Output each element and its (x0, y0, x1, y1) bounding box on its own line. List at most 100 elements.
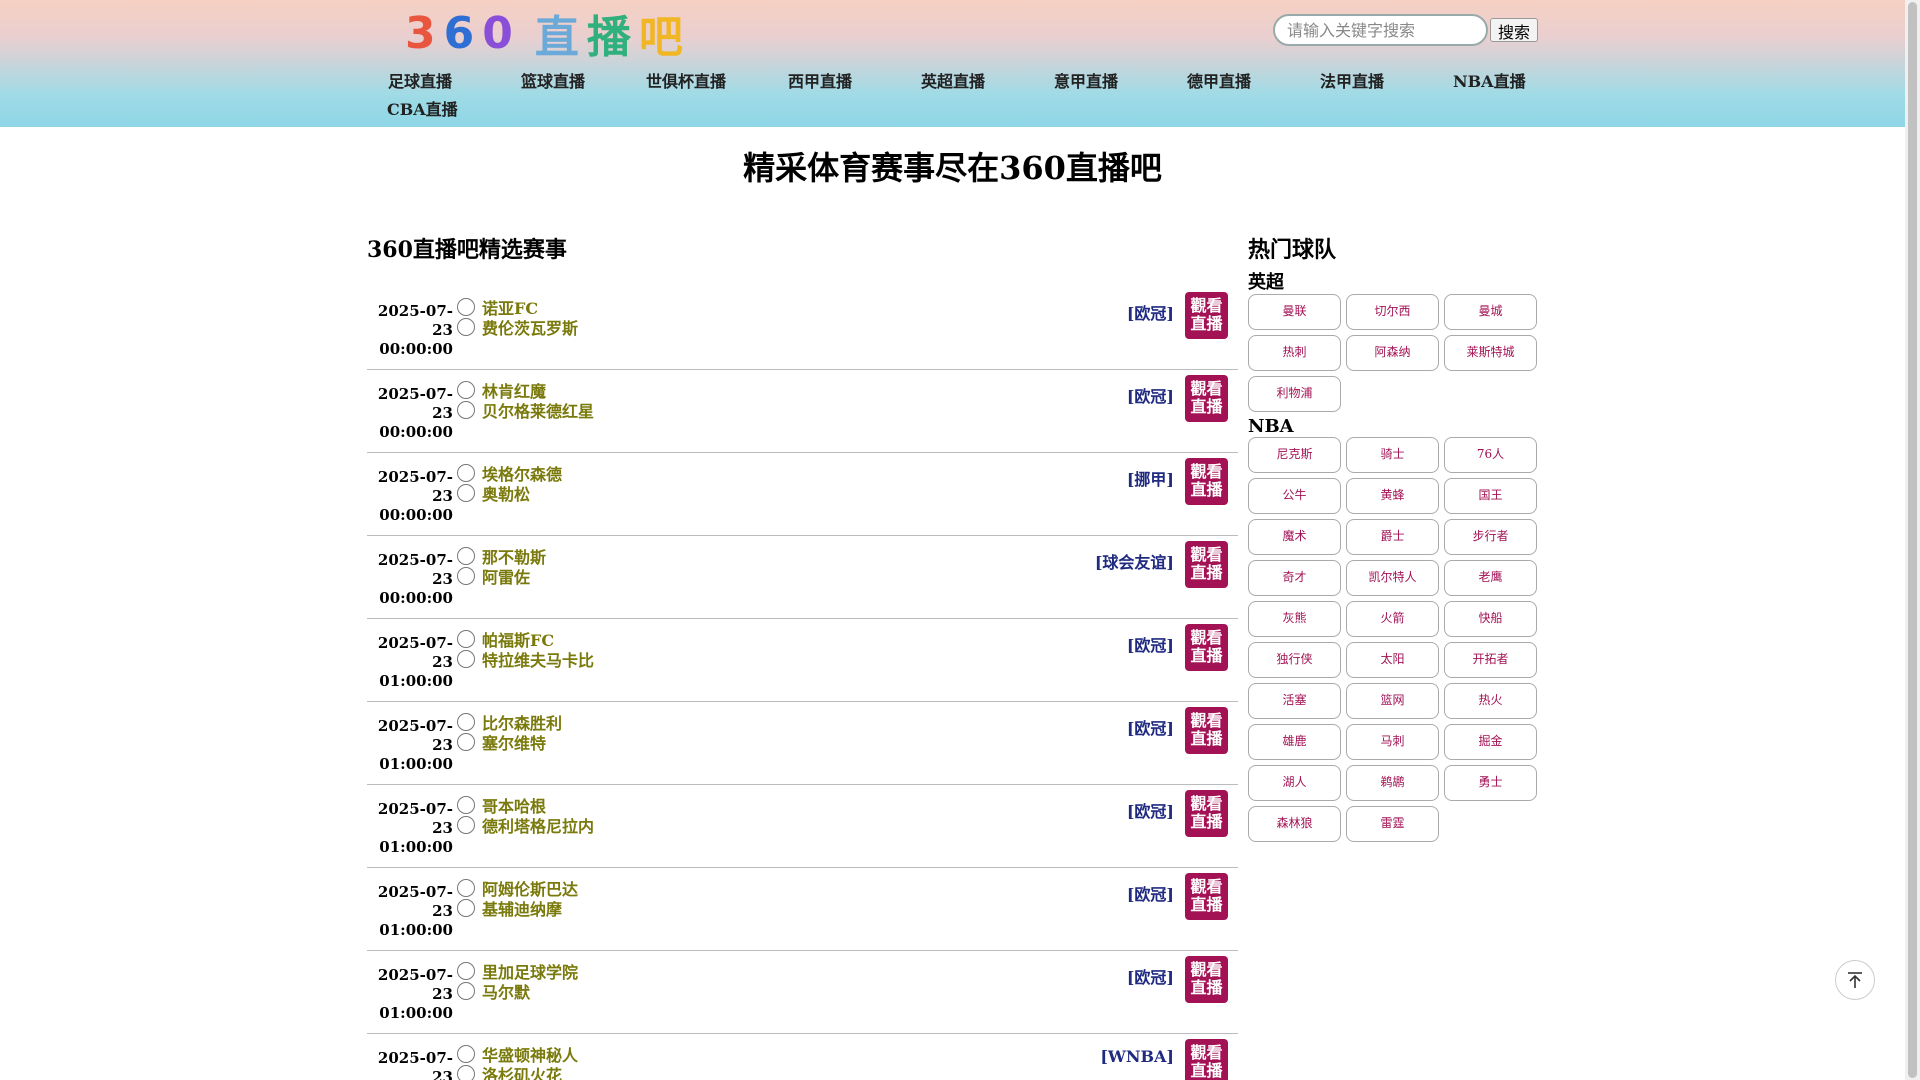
team-link[interactable]: 篮网 (1346, 683, 1439, 719)
team-link[interactable]: 爵士 (1346, 519, 1439, 555)
nav-item[interactable]: 篮球直播 (521, 68, 585, 92)
away-team[interactable]: 塞尔维特 (457, 730, 562, 754)
away-team-name[interactable]: 基辅迪纳摩 (482, 896, 562, 920)
search-input[interactable] (1273, 14, 1488, 46)
team-link[interactable]: 太阳 (1346, 642, 1439, 678)
away-team[interactable]: 费伦茨瓦罗斯 (457, 315, 578, 339)
away-team[interactable]: 德利塔格尼拉内 (457, 813, 594, 837)
team-link[interactable]: 掘金 (1444, 724, 1537, 760)
home-team[interactable]: 埃格尔森德 (457, 463, 562, 484)
league-tag[interactable]: [挪甲] (1127, 466, 1174, 490)
scrollbar-thumb[interactable] (1908, 2, 1917, 1078)
away-team[interactable]: 贝尔格莱德红星 (457, 398, 594, 422)
away-team-name[interactable]: 德利塔格尼拉内 (482, 813, 594, 837)
league-tag[interactable]: [欧冠] (1127, 300, 1174, 324)
nav-item[interactable]: 足球直播 (388, 68, 452, 92)
nav-item[interactable]: 德甲直播 (1187, 68, 1251, 92)
home-team[interactable]: 比尔森胜利 (457, 712, 562, 733)
team-link[interactable]: 莱斯特城 (1444, 335, 1537, 371)
search-button[interactable]: 搜索 (1490, 18, 1539, 42)
league-tag[interactable]: [欧冠] (1127, 881, 1174, 905)
away-team[interactable]: 奥勒松 (457, 481, 562, 505)
nav-item[interactable]: 西甲直播 (788, 68, 852, 92)
watch-live-button[interactable]: 觀看直播 (1185, 375, 1228, 422)
away-team-name[interactable]: 洛杉矶火花 (482, 1062, 562, 1080)
away-team-name[interactable]: 贝尔格莱德红星 (482, 398, 594, 422)
team-link[interactable]: 黄蜂 (1346, 478, 1439, 514)
away-team-name[interactable]: 马尔默 (482, 979, 530, 1003)
team-link[interactable]: 独行侠 (1248, 642, 1341, 678)
watch-live-button[interactable]: 觀看直播 (1185, 1039, 1228, 1080)
team-link[interactable]: 尼克斯 (1248, 437, 1341, 473)
team-link[interactable]: 切尔西 (1346, 294, 1439, 330)
away-team[interactable]: 马尔默 (457, 979, 578, 1003)
team-link[interactable]: 快船 (1444, 601, 1537, 637)
watch-live-button[interactable]: 觀看直播 (1185, 292, 1228, 339)
team-link[interactable]: 魔术 (1248, 519, 1341, 555)
league-tag[interactable]: [欧冠] (1127, 715, 1174, 739)
home-team[interactable]: 阿姆伦斯巴达 (457, 878, 578, 899)
team-link[interactable]: 凯尔特人 (1346, 560, 1439, 596)
away-team-name[interactable]: 奥勒松 (482, 481, 530, 505)
team-link[interactable]: 步行者 (1444, 519, 1537, 555)
away-team-name[interactable]: 特拉维夫马卡比 (482, 647, 594, 671)
team-link[interactable]: 曼联 (1248, 294, 1341, 330)
team-link[interactable]: 热刺 (1248, 335, 1341, 371)
scrollbar[interactable] (1905, 0, 1920, 1080)
home-team[interactable]: 诺亚FC (457, 297, 578, 318)
team-link[interactable]: 奇才 (1248, 560, 1341, 596)
watch-live-button[interactable]: 觀看直播 (1185, 624, 1228, 671)
home-team[interactable]: 那不勒斯 (457, 546, 546, 567)
away-team[interactable]: 洛杉矶火花 (457, 1064, 578, 1080)
team-link[interactable]: 灰熊 (1248, 601, 1341, 637)
back-to-top-button[interactable] (1835, 960, 1875, 1000)
team-link[interactable]: 公牛 (1248, 478, 1341, 514)
away-team[interactable]: 阿雷佐 (457, 564, 546, 588)
nav-item[interactable]: NBA直播 (1453, 68, 1526, 92)
nav-item[interactable]: 法甲直播 (1320, 68, 1384, 92)
away-team[interactable]: 特拉维夫马卡比 (457, 647, 594, 671)
team-link[interactable]: 火箭 (1346, 601, 1439, 637)
league-tag[interactable]: [WNBA] (1100, 1047, 1174, 1066)
home-team[interactable]: 里加足球学院 (457, 961, 578, 982)
nav-item[interactable]: 英超直播 (921, 68, 985, 92)
watch-live-button[interactable]: 觀看直播 (1185, 956, 1228, 1003)
team-link[interactable]: 老鹰 (1444, 560, 1537, 596)
league-tag[interactable]: [欧冠] (1127, 798, 1174, 822)
team-link[interactable]: 阿森纳 (1346, 335, 1439, 371)
watch-live-button[interactable]: 觀看直播 (1185, 707, 1228, 754)
team-link[interactable]: 曼城 (1444, 294, 1537, 330)
team-link[interactable]: 国王 (1444, 478, 1537, 514)
watch-live-button[interactable]: 觀看直播 (1185, 541, 1228, 588)
watch-live-button[interactable]: 觀看直播 (1185, 458, 1228, 505)
team-link[interactable]: 勇士 (1444, 765, 1537, 801)
site-logo[interactable]: 3 6 0 直 播 吧 (405, 8, 689, 64)
league-tag[interactable]: [欧冠] (1127, 964, 1174, 988)
away-team-name[interactable]: 阿雷佐 (482, 564, 530, 588)
league-tag[interactable]: [欧冠] (1127, 632, 1174, 656)
league-tag[interactable]: [球会友谊] (1095, 549, 1174, 573)
league-tag[interactable]: [欧冠] (1127, 383, 1174, 407)
home-team[interactable]: 哥本哈根 (457, 795, 594, 816)
home-team[interactable]: 帕福斯FC (457, 629, 594, 650)
team-link[interactable]: 雄鹿 (1248, 724, 1341, 760)
nav-item[interactable]: CBA直播 (387, 96, 458, 120)
team-link[interactable]: 骑士 (1346, 437, 1439, 473)
team-link[interactable]: 开拓者 (1444, 642, 1537, 678)
home-team[interactable]: 华盛顿神秘人 (457, 1044, 578, 1065)
team-link[interactable]: 利物浦 (1248, 376, 1341, 412)
away-team[interactable]: 基辅迪纳摩 (457, 896, 578, 920)
away-team-name[interactable]: 费伦茨瓦罗斯 (482, 315, 578, 339)
team-link[interactable]: 鹈鹕 (1346, 765, 1439, 801)
team-link[interactable]: 热火 (1444, 683, 1537, 719)
watch-live-button[interactable]: 觀看直播 (1185, 873, 1228, 920)
watch-live-button[interactable]: 觀看直播 (1185, 790, 1228, 837)
away-team-name[interactable]: 塞尔维特 (482, 730, 546, 754)
home-team[interactable]: 林肯红魔 (457, 380, 594, 401)
nav-item[interactable]: 世俱杯直播 (646, 68, 726, 92)
team-link[interactable]: 马刺 (1346, 724, 1439, 760)
team-link[interactable]: 76人 (1444, 437, 1537, 473)
team-link[interactable]: 雷霆 (1346, 806, 1439, 842)
nav-item[interactable]: 意甲直播 (1054, 68, 1118, 92)
team-link[interactable]: 活塞 (1248, 683, 1341, 719)
